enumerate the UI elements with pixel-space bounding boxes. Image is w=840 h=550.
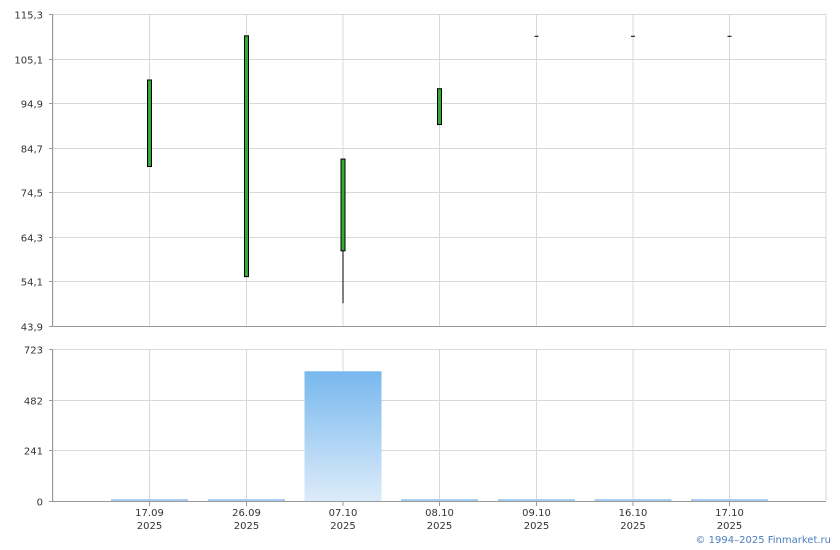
x-tick-label-year: 2025: [330, 521, 355, 532]
x-tick-label-year: 2025: [427, 521, 452, 532]
price-y-tick-label: 84,7: [21, 145, 43, 156]
x-tick-label-date: 16.10: [619, 508, 648, 519]
x-tick-label-year: 2025: [717, 521, 742, 532]
volume-y-tick-label: 241: [24, 447, 43, 458]
candle-body: [244, 35, 249, 278]
price-y-tick-label: 74,5: [21, 189, 43, 200]
volume-bar: [111, 499, 188, 501]
candle-body: [340, 158, 346, 252]
x-tick-label-year: 2025: [234, 521, 259, 532]
volume-bar: [304, 371, 382, 501]
x-tick-label-date: 09.10: [522, 508, 551, 519]
volume-bar: [691, 499, 768, 501]
candle-body: [437, 88, 442, 126]
volume-bar: [208, 499, 285, 501]
price-y-tick-label: 94,9: [21, 100, 43, 111]
x-tick-label-year: 2025: [620, 521, 645, 532]
volume-y-tick-label: 723: [24, 346, 43, 357]
x-tick-label-year: 2025: [524, 521, 549, 532]
volume-panel: 0 241 482 723: [24, 346, 827, 509]
volume-y-tick-label: 0: [37, 498, 43, 509]
x-tick-label-year: 2025: [137, 521, 162, 532]
x-tick-label-date: 26.09: [232, 508, 261, 519]
price-y-tick-label: 105,1: [14, 56, 43, 67]
volume-bar: [498, 499, 575, 501]
price-y-tick-label: 43,9: [21, 323, 43, 334]
candle-body: [147, 79, 152, 168]
x-axis-labels: 17.09 2025 26.09 2025 07.10 2025 08.10 2025 09.1…: [135, 501, 744, 532]
price-panel: 43,9 54,1 64,3 74,5 84,7 94,9 105,1 115,3: [14, 11, 827, 334]
chart: 43,9 54,1 64,3 74,5 84,7 94,9 105,1 115,3 0 241 4…: [14, 11, 827, 532]
price-y-tick-label: 54,1: [21, 278, 43, 289]
x-tick-label-date: 17.10: [715, 508, 744, 519]
x-tick-label-date: 08.10: [425, 508, 454, 519]
price-y-tick-label: 64,3: [21, 234, 43, 245]
volume-y-tick-label: 482: [24, 397, 43, 408]
x-tick-label-date: 07.10: [329, 508, 358, 519]
x-tick-label-date: 17.09: [135, 508, 164, 519]
volume-bar: [594, 499, 672, 501]
volume-bar: [401, 499, 478, 501]
price-y-tick-label: 115,3: [14, 11, 43, 22]
copyright-notice: © 1994–2025 Finmarket.ru: [695, 535, 831, 546]
